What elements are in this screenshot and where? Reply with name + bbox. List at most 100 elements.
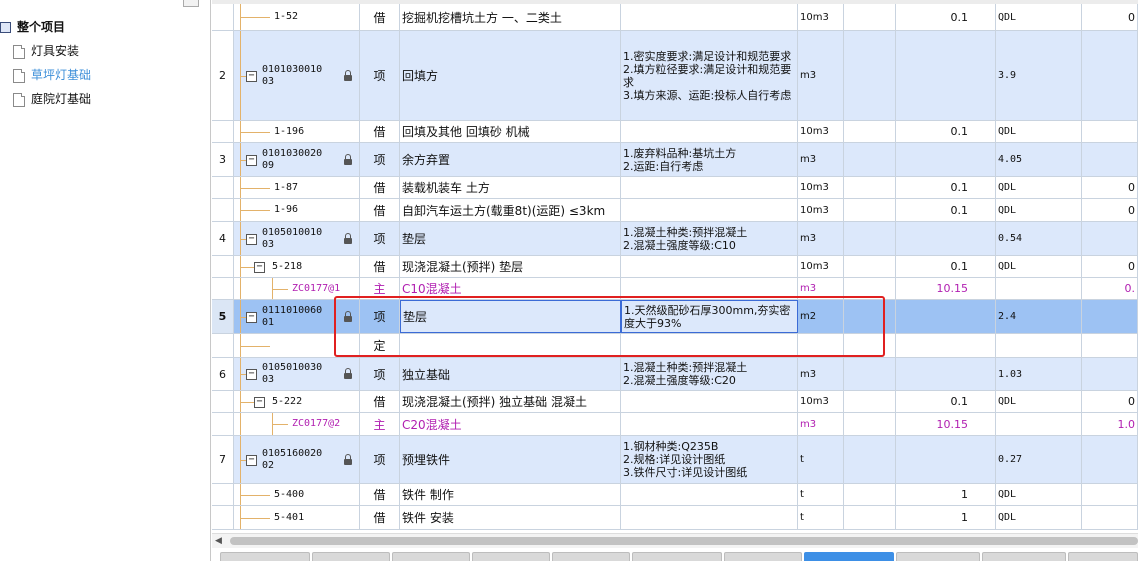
unit-cell[interactable]: 10m3 bbox=[798, 121, 844, 142]
tree-item-lighting[interactable]: 灯具安装 bbox=[13, 42, 79, 60]
quantity-cell[interactable]: QDL bbox=[996, 506, 1082, 529]
category-cell[interactable]: 借 bbox=[360, 256, 400, 277]
unit-cell[interactable]: 10m3 bbox=[798, 199, 844, 221]
quantity-expression-cell[interactable] bbox=[844, 334, 896, 357]
category-cell[interactable]: 项 bbox=[360, 436, 400, 483]
code-cell[interactable]: 5-401 bbox=[234, 506, 360, 529]
quantity-expression-cell[interactable] bbox=[844, 278, 896, 299]
code-cell[interactable]: −011101006001 bbox=[234, 300, 360, 333]
feature-description-cell[interactable] bbox=[621, 4, 798, 30]
tree-root[interactable]: 整个项目 bbox=[0, 18, 65, 36]
next-column-cell[interactable] bbox=[1082, 436, 1138, 483]
feature-description-cell[interactable] bbox=[621, 413, 798, 435]
unit-cell[interactable]: 10m3 bbox=[798, 391, 844, 412]
next-column-cell[interactable]: 1.0 bbox=[1082, 413, 1138, 435]
content-coefficient-cell[interactable] bbox=[896, 358, 996, 390]
unit-cell[interactable]: m3 bbox=[798, 222, 844, 255]
content-coefficient-cell[interactable]: 1 bbox=[896, 484, 996, 505]
name-cell[interactable]: C10混凝土 bbox=[400, 278, 621, 299]
bottom-tab[interactable] bbox=[1068, 552, 1138, 561]
feature-description-cell[interactable] bbox=[621, 121, 798, 142]
next-column-cell[interactable] bbox=[1082, 300, 1138, 333]
code-cell[interactable]: −5-222 bbox=[234, 391, 360, 412]
unit-cell[interactable]: m3 bbox=[798, 278, 844, 299]
code-cell[interactable]: −010516002002 bbox=[234, 436, 360, 483]
quantity-expression-cell[interactable] bbox=[844, 358, 896, 390]
tree-item-garden-lamp-foundation[interactable]: 庭院灯基础 bbox=[13, 90, 91, 108]
bottom-tab[interactable] bbox=[220, 552, 310, 561]
unit-cell[interactable]: t bbox=[798, 484, 844, 505]
code-cell[interactable]: 1-52 bbox=[234, 4, 360, 30]
content-coefficient-cell[interactable]: 10.15 bbox=[896, 278, 996, 299]
collapse-toggle-icon[interactable]: − bbox=[246, 369, 257, 380]
feature-description-cell[interactable] bbox=[621, 177, 798, 198]
name-cell[interactable]: 回填及其他 回填砂 机械 bbox=[400, 121, 621, 142]
feature-description-cell[interactable] bbox=[621, 391, 798, 412]
quantity-cell[interactable]: 0.27 bbox=[996, 436, 1082, 483]
content-coefficient-cell[interactable] bbox=[896, 222, 996, 255]
category-cell[interactable]: 借 bbox=[360, 177, 400, 198]
content-coefficient-cell[interactable]: 0.1 bbox=[896, 391, 996, 412]
quantity-cell[interactable]: 0.54 bbox=[996, 222, 1082, 255]
unit-cell[interactable]: 10m3 bbox=[798, 4, 844, 30]
quota-row[interactable]: 1-52 借挖掘机挖槽坑土方 一、二类土 10m3 0.1 QDL 0 bbox=[212, 4, 1138, 31]
tree-item-lawn-lamp-foundation[interactable]: 草坪灯基础 bbox=[13, 66, 91, 84]
next-column-cell[interactable] bbox=[1082, 31, 1138, 120]
category-cell[interactable]: 借 bbox=[360, 484, 400, 505]
next-column-cell[interactable]: 0 bbox=[1082, 256, 1138, 277]
quota-row[interactable]: ZC0177@1 主 C10混凝土 m3 10.15 0. bbox=[212, 278, 1138, 300]
name-cell[interactable]: 装载机装车 土方 bbox=[400, 177, 621, 198]
code-cell[interactable] bbox=[234, 334, 360, 357]
quantity-cell[interactable]: QDL bbox=[996, 256, 1082, 277]
unit-cell[interactable]: m3 bbox=[798, 31, 844, 120]
name-cell[interactable]: 挖掘机挖槽坑土方 一、二类土 bbox=[400, 4, 621, 30]
name-cell[interactable]: 余方弃置 bbox=[400, 143, 621, 176]
next-column-cell[interactable] bbox=[1082, 358, 1138, 390]
quantity-cell[interactable]: 4.05 bbox=[996, 143, 1082, 176]
bottom-tab[interactable] bbox=[724, 552, 802, 561]
quantity-expression-cell[interactable] bbox=[844, 222, 896, 255]
code-cell[interactable]: −010501003003 bbox=[234, 358, 360, 390]
horizontal-scrollbar[interactable]: ◀ bbox=[212, 533, 1138, 548]
content-coefficient-cell[interactable]: 0.1 bbox=[896, 177, 996, 198]
feature-description-cell[interactable] bbox=[621, 199, 798, 221]
content-coefficient-cell[interactable]: 0.1 bbox=[896, 4, 996, 30]
next-column-cell[interactable] bbox=[1082, 484, 1138, 505]
feature-description-cell[interactable]: 1.密实度要求:满足设计和规范要求 2.填方粒径要求:满足设计和规范要求 3.填方来… bbox=[621, 31, 798, 120]
bottom-tab[interactable] bbox=[896, 552, 980, 561]
name-cell[interactable]: 回填方 bbox=[400, 31, 621, 120]
feature-description-cell[interactable] bbox=[621, 506, 798, 529]
unit-cell[interactable] bbox=[798, 334, 844, 357]
category-cell[interactable]: 项 bbox=[360, 31, 400, 120]
name-cell[interactable]: 垫层 bbox=[400, 300, 621, 333]
quantity-cell[interactable]: QDL bbox=[996, 391, 1082, 412]
next-column-cell[interactable]: 0 bbox=[1082, 177, 1138, 198]
feature-description-cell[interactable]: 1.混凝土种类:预拌混凝土 2.混凝土强度等级:C20 bbox=[621, 358, 798, 390]
code-cell[interactable]: 1-87 bbox=[234, 177, 360, 198]
quantity-cell[interactable]: QDL bbox=[996, 199, 1082, 221]
content-coefficient-cell[interactable]: 1 bbox=[896, 506, 996, 529]
code-cell[interactable]: 1-96 bbox=[234, 199, 360, 221]
unit-cell[interactable]: t bbox=[798, 506, 844, 529]
category-cell[interactable]: 主 bbox=[360, 278, 400, 299]
name-cell[interactable]: 自卸汽车运土方(载重8t)(运距) ≤3km bbox=[400, 199, 621, 221]
next-column-cell[interactable] bbox=[1082, 334, 1138, 357]
category-cell[interactable]: 项 bbox=[360, 222, 400, 255]
feature-description-cell[interactable] bbox=[621, 334, 798, 357]
next-column-cell[interactable] bbox=[1082, 121, 1138, 142]
quota-row[interactable]: 1-96 借自卸汽车运土方(载重8t)(运距) ≤3km 10m3 0.1 QDL 0 bbox=[212, 199, 1138, 222]
content-coefficient-cell[interactable] bbox=[896, 334, 996, 357]
quantity-expression-cell[interactable] bbox=[844, 121, 896, 142]
category-cell[interactable]: 项 bbox=[360, 358, 400, 390]
code-cell[interactable]: −010103002009 bbox=[234, 143, 360, 176]
quantity-cell[interactable]: QDL bbox=[996, 484, 1082, 505]
next-column-cell[interactable] bbox=[1082, 143, 1138, 176]
feature-description-cell[interactable]: 1.混凝土种类:预拌混凝土 2.混凝土强度等级:C10 bbox=[621, 222, 798, 255]
collapse-toggle-icon[interactable]: − bbox=[246, 155, 257, 166]
content-coefficient-cell[interactable] bbox=[896, 31, 996, 120]
quantity-expression-cell[interactable] bbox=[844, 506, 896, 529]
quantity-expression-cell[interactable] bbox=[844, 4, 896, 30]
quantity-cell[interactable]: 2.4 bbox=[996, 300, 1082, 333]
quantity-cell[interactable] bbox=[996, 278, 1082, 299]
content-coefficient-cell[interactable] bbox=[896, 143, 996, 176]
